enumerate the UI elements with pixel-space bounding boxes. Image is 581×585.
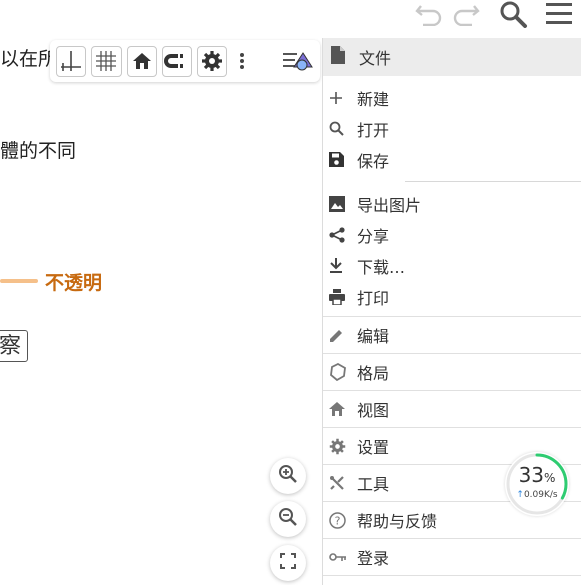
network-speed: ↑0.09K/s <box>516 490 558 500</box>
undo-icon[interactable] <box>414 0 444 28</box>
menu-item-print[interactable]: 打印 <box>323 281 581 312</box>
menu-header-file[interactable]: 文件 <box>323 38 581 76</box>
gear-icon <box>323 438 357 455</box>
canvas-text-top: 以在所 <box>0 48 58 70</box>
gear-icon[interactable] <box>197 45 228 77</box>
zoom-in-icon <box>278 464 298 488</box>
more-icon[interactable] <box>232 45 252 77</box>
menu-item-label: 格局 <box>357 364 390 383</box>
download-icon <box>323 257 357 274</box>
perspective-icon <box>323 363 357 381</box>
menu-item-share[interactable]: 分享 <box>323 219 581 250</box>
menu-item-label: 视图 <box>357 401 390 420</box>
top-header <box>0 0 581 32</box>
image-icon <box>323 195 357 212</box>
opacity-slider[interactable] <box>0 279 38 283</box>
plus-icon <box>323 91 357 105</box>
menu-item-label: 打印 <box>357 288 390 308</box>
graphics-canvas[interactable]: 以在所 體的不同 不透明 察 <box>0 32 322 585</box>
menu-category-login[interactable]: 登录 <box>323 538 581 576</box>
menu-item-label: 工具 <box>357 475 390 494</box>
menu-item-label: 保存 <box>357 151 390 171</box>
search-icon[interactable] <box>497 0 529 28</box>
menu-icon[interactable] <box>543 0 575 28</box>
zoom-out-icon <box>278 507 298 531</box>
grid-icon[interactable] <box>91 45 122 77</box>
axes-icon[interactable] <box>56 45 87 77</box>
menu-item-label: 登录 <box>357 549 390 568</box>
fullscreen-icon <box>279 552 297 574</box>
tools-icon <box>323 475 357 491</box>
menu-item-label: 下载… <box>357 257 406 277</box>
menu-item-download[interactable]: 下载… <box>323 250 581 281</box>
menu-item-export-image[interactable]: 导出图片 <box>323 188 581 219</box>
menu-category-edit[interactable]: 编辑 <box>323 316 581 353</box>
menu-item-label: 新建 <box>357 89 390 109</box>
observe-text: 察 <box>0 334 22 359</box>
menu-item-label: 导出图片 <box>357 195 422 215</box>
search-icon <box>323 121 357 136</box>
menu-item-label: 帮助与反馈 <box>357 512 438 531</box>
menu-item-label: 打开 <box>357 120 390 140</box>
menu-item-open[interactable]: 打开 <box>323 113 581 144</box>
menu-category-view[interactable]: 视图 <box>323 390 581 427</box>
network-speed-badge[interactable]: 33% ↑0.09K/s <box>505 452 569 516</box>
menu-item-label: 设置 <box>357 438 390 457</box>
menu-item-label: 编辑 <box>357 327 390 346</box>
login-icon <box>323 551 357 563</box>
svg-text:?: ? <box>335 514 341 527</box>
save-icon <box>323 152 357 167</box>
canvas-text-middle: 體的不同 <box>0 140 77 162</box>
magnet-icon[interactable] <box>161 45 193 77</box>
zoom-out-button[interactable] <box>270 501 306 537</box>
graphics-toolbar <box>50 40 320 82</box>
observe-button[interactable]: 察 <box>0 330 28 362</box>
home-icon[interactable] <box>126 45 157 77</box>
menu-item-label: 分享 <box>357 226 390 246</box>
menu-category-perspective[interactable]: 格局 <box>323 353 581 390</box>
menu-item-save[interactable]: 保存 <box>323 144 581 175</box>
redo-icon[interactable] <box>451 0 481 28</box>
home-icon <box>323 401 357 417</box>
zoom-in-button[interactable] <box>270 458 306 494</box>
menu-divider <box>405 181 581 182</box>
network-percent: 33% <box>518 463 556 487</box>
fullscreen-button[interactable] <box>270 545 306 581</box>
opacity-label: 不透明 <box>45 272 103 294</box>
share-icon <box>323 226 357 243</box>
pencil-icon <box>323 328 357 343</box>
print-icon <box>323 288 357 305</box>
menu-item-new[interactable]: 新建 <box>323 82 581 113</box>
menu-header-label: 文件 <box>359 49 392 68</box>
style-icon[interactable] <box>281 45 315 77</box>
file-icon <box>331 46 359 68</box>
help-icon: ? <box>323 511 357 529</box>
